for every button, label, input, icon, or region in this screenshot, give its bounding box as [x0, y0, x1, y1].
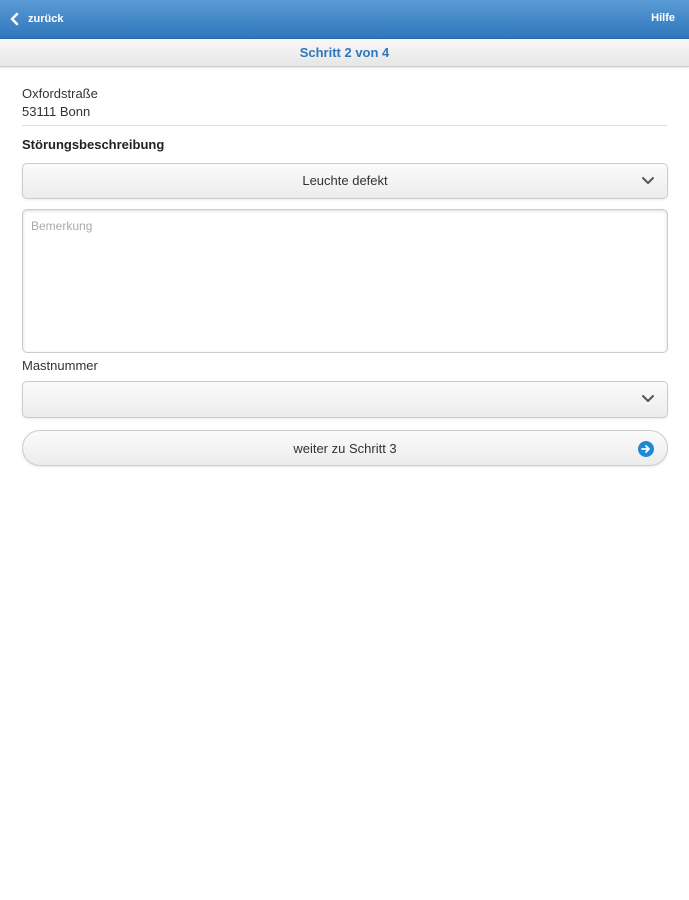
arrow-right-circle-icon: [638, 441, 654, 457]
mast-number-label: Mastnummer: [22, 358, 98, 373]
fault-type-value: Leuchte defekt: [302, 173, 388, 188]
divider: [22, 125, 667, 126]
header-bar: zurück Hilfe: [0, 0, 689, 39]
step-bar: Schritt 2 von 4: [0, 39, 689, 67]
help-button[interactable]: Hilfe: [651, 12, 675, 24]
address-block: Oxfordstraße 53111 Bonn: [22, 85, 98, 121]
address-street: Oxfordstraße: [22, 86, 98, 101]
step-indicator: Schritt 2 von 4: [299, 45, 390, 60]
chevron-left-icon: [10, 12, 19, 26]
address-city: 53111 Bonn: [22, 104, 91, 119]
fault-type-select[interactable]: Leuchte defekt: [22, 163, 668, 199]
section-title: Störungsbeschreibung: [22, 137, 165, 152]
next-step-label: weiter zu Schritt 3: [293, 441, 397, 456]
chevron-down-icon: [642, 177, 654, 184]
next-step-button[interactable]: weiter zu Schritt 3: [22, 430, 668, 466]
mast-number-select[interactable]: [22, 381, 668, 418]
chevron-down-icon: [642, 395, 654, 402]
remark-textarea[interactable]: [22, 209, 668, 353]
back-label: zurück: [28, 13, 64, 25]
back-button[interactable]: zurück: [8, 8, 63, 30]
